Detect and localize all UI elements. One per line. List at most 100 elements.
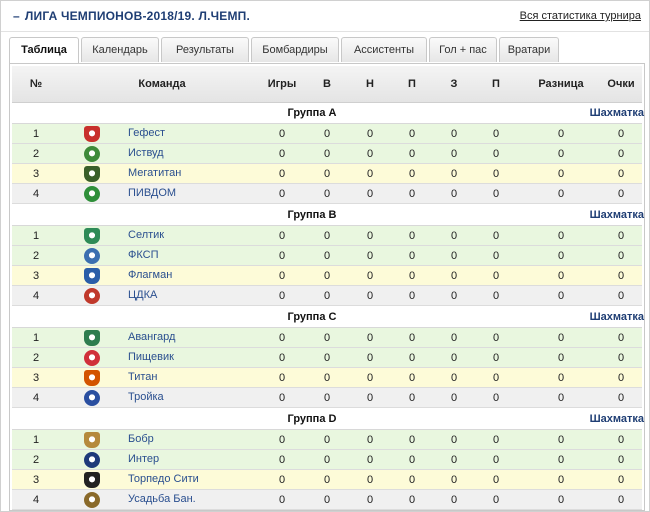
stat-cell: 0 <box>278 127 286 140</box>
position-cell: 1 <box>32 229 40 242</box>
tab-table[interactable]: Таблица <box>9 37 79 64</box>
stat-cell: 0 <box>450 371 458 384</box>
stat-cell: 0 <box>557 391 565 404</box>
table-row: 1 Бобр 0 0 0 0 0 0 0 0 <box>12 430 642 450</box>
stat-cell: 0 <box>557 187 565 200</box>
stat-cell: 0 <box>492 229 500 242</box>
stat-cell: 0 <box>278 351 286 364</box>
team-name-link[interactable]: Интер <box>128 450 159 469</box>
column-header: Команда <box>138 78 186 90</box>
team-name-link[interactable]: Мегатитан <box>128 164 181 183</box>
table-row: 3 Титан 0 0 0 0 0 0 0 0 <box>12 368 642 388</box>
stat-cell: 0 <box>557 453 565 466</box>
stat-cell: 0 <box>617 493 625 506</box>
stat-cell: 0 <box>492 187 500 200</box>
stat-cell: 0 <box>557 167 565 180</box>
tab-item[interactable]: Календарь <box>81 37 159 62</box>
stat-cell: 0 <box>366 249 374 262</box>
stat-cell: 0 <box>366 167 374 180</box>
stat-cell: 0 <box>278 391 286 404</box>
stat-cell: 0 <box>450 391 458 404</box>
tab-item[interactable]: Результаты <box>161 37 249 62</box>
stat-cell: 0 <box>323 289 331 302</box>
table-row: 2 Иствуд 0 0 0 0 0 0 0 0 <box>12 144 642 164</box>
chess-table-link[interactable]: Шахматка <box>590 307 644 327</box>
stat-cell: 0 <box>450 493 458 506</box>
stat-cell: 0 <box>492 289 500 302</box>
position-cell: 4 <box>32 187 40 200</box>
pishchevik-logo-icon <box>84 350 100 366</box>
stat-cell: 0 <box>323 249 331 262</box>
stat-cell: 0 <box>617 147 625 160</box>
position-cell: 3 <box>32 473 40 486</box>
team-name-link[interactable]: Торпедо Сити <box>128 470 199 489</box>
stat-cell: 0 <box>278 493 286 506</box>
column-header: В <box>323 78 331 90</box>
stat-cell: 0 <box>278 331 286 344</box>
gefest-logo-icon <box>84 126 100 142</box>
stat-cell: 0 <box>278 187 286 200</box>
stat-cell: 0 <box>450 229 458 242</box>
stat-cell: 0 <box>450 351 458 364</box>
stat-cell: 0 <box>492 473 500 486</box>
tournament-widget: – ЛИГА ЧЕМПИОНОВ-2018/19. Л.ЧЕМП. Вся ста… <box>0 0 650 512</box>
team-name-link[interactable]: Флагман <box>128 266 172 285</box>
position-cell: 4 <box>32 493 40 506</box>
column-header: Очки <box>607 78 635 90</box>
stat-cell: 0 <box>557 493 565 506</box>
table-row: 2 ФКСП 0 0 0 0 0 0 0 0 <box>12 246 642 266</box>
tab-item[interactable]: Гол + пас <box>429 37 497 62</box>
tab-item[interactable]: Бомбардиры <box>251 37 339 62</box>
table-row: 3 Мегатитан 0 0 0 0 0 0 0 0 <box>12 164 642 184</box>
chess-table-link[interactable]: Шахматка <box>590 409 644 429</box>
chess-table-link[interactable]: Шахматка <box>590 205 644 225</box>
team-name-link[interactable]: Селтик <box>128 226 164 245</box>
pivdom-logo-icon <box>84 186 100 202</box>
all-stats-link[interactable]: Вся статистика турнира <box>520 10 641 22</box>
stat-cell: 0 <box>408 167 416 180</box>
tab-item[interactable]: Ассистенты <box>341 37 427 62</box>
stat-cell: 0 <box>408 269 416 282</box>
column-header: Разница <box>538 78 584 90</box>
flagman-logo-icon <box>84 268 100 284</box>
stat-cell: 0 <box>617 249 625 262</box>
team-name-link[interactable]: Гефест <box>128 124 165 143</box>
stat-cell: 0 <box>323 187 331 200</box>
team-name-link[interactable]: Титан <box>128 368 158 387</box>
stat-cell: 0 <box>492 493 500 506</box>
stat-cell: 0 <box>278 289 286 302</box>
team-name-link[interactable]: Авангард <box>128 328 175 347</box>
position-cell: 3 <box>32 167 40 180</box>
team-name-link[interactable]: Усадьба Бан. <box>128 490 196 509</box>
team-name-link[interactable]: ЦДКА <box>128 286 157 305</box>
tournament-title[interactable]: – ЛИГА ЧЕМПИОНОВ-2018/19. Л.ЧЕМП. <box>13 9 250 23</box>
team-name-link[interactable]: Пищевик <box>128 348 174 367</box>
position-cell: 3 <box>32 269 40 282</box>
standings-table: № Команда Игры В Н П З П Разница Очки Группа А Шах… <box>9 63 645 511</box>
collapse-icon[interactable]: – <box>13 9 20 23</box>
stat-cell: 0 <box>557 229 565 242</box>
chess-table-link[interactable]: Шахматка <box>590 103 644 123</box>
column-header: Н <box>366 78 374 90</box>
team-name-link[interactable]: ФКСП <box>128 246 159 265</box>
stat-cell: 0 <box>450 269 458 282</box>
team-name-link[interactable]: Тройка <box>128 388 164 407</box>
group-header-row: Группа В Шахматка <box>12 205 644 226</box>
stat-cell: 0 <box>492 167 500 180</box>
stat-cell: 0 <box>617 229 625 242</box>
stat-cell: 0 <box>450 473 458 486</box>
stat-cell: 0 <box>408 229 416 242</box>
team-name-link[interactable]: Бобр <box>128 430 154 449</box>
team-name-link[interactable]: ПИВДОМ <box>128 184 176 203</box>
tab-item[interactable]: Вратари <box>499 37 559 62</box>
table-row: 3 Торпедо Сити 0 0 0 0 0 0 0 0 <box>12 470 642 490</box>
stat-cell: 0 <box>323 331 331 344</box>
position-cell: 2 <box>32 351 40 364</box>
group-name: Группа А <box>287 107 337 119</box>
team-name-link[interactable]: Иствуд <box>128 144 164 163</box>
stat-cell: 0 <box>278 371 286 384</box>
avangard-logo-icon <box>84 330 100 346</box>
stat-cell: 0 <box>450 147 458 160</box>
stat-cell: 0 <box>557 473 565 486</box>
stat-cell: 0 <box>408 473 416 486</box>
